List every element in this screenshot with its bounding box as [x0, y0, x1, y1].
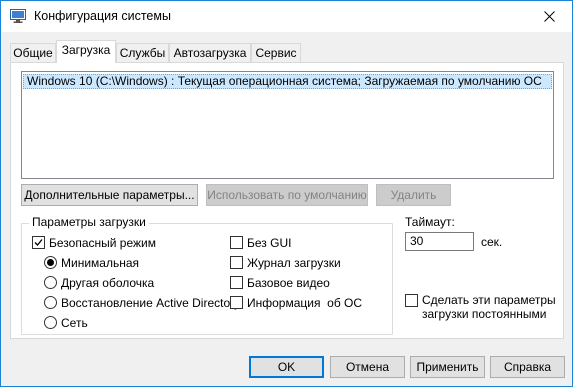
checkmark-icon	[34, 239, 43, 246]
os-boot-info-label: Информация об ОС	[247, 296, 363, 310]
close-button[interactable]	[526, 1, 572, 32]
tab-general[interactable]: Общие	[10, 43, 56, 63]
title-bar[interactable]: Конфигурация системы	[1, 1, 572, 32]
timeout-unit: сек.	[481, 235, 503, 249]
base-video-checkbox[interactable]	[230, 276, 243, 289]
advanced-options-button[interactable]: Дополнительные параметры...	[21, 184, 198, 206]
window-title: Конфигурация системы	[34, 9, 171, 23]
apply-button[interactable]: Применить	[410, 356, 485, 378]
radio-network[interactable]	[44, 316, 57, 329]
radio-alternate-shell[interactable]	[44, 276, 57, 289]
boot-log-checkbox[interactable]	[230, 256, 243, 269]
radio-network-label: Сеть	[61, 316, 88, 330]
make-permanent-checkbox[interactable]	[405, 294, 418, 307]
os-list[interactable]: Windows 10 (C:\Windows) : Текущая операц…	[21, 71, 554, 179]
boot-log-label: Журнал загрузки	[247, 256, 341, 270]
msconfig-app-icon	[10, 9, 26, 23]
ok-button[interactable]: OK	[249, 356, 324, 378]
delete-button[interactable]: Удалить	[376, 184, 451, 206]
safe-boot-label: Безопасный режим	[49, 236, 156, 250]
radio-ad-repair-label: Восстановление Active Directory	[61, 296, 241, 310]
timeout-input[interactable]: 30	[405, 232, 474, 251]
cancel-button[interactable]: Отмена	[330, 356, 405, 378]
radio-selected-dot	[47, 259, 54, 266]
close-icon	[543, 11, 555, 22]
safe-boot-checkbox[interactable]	[32, 236, 45, 249]
radio-ad-repair[interactable]	[44, 296, 57, 309]
make-permanent-label-line2: загрузки постоянными	[422, 307, 547, 321]
base-video-label: Базовое видео	[247, 276, 330, 290]
timeout-label: Таймаут:	[405, 215, 455, 229]
radio-alternate-shell-label: Другая оболочка	[61, 276, 155, 290]
set-default-button[interactable]: Использовать по умолчанию	[206, 184, 368, 206]
os-boot-info-checkbox[interactable]	[230, 296, 243, 309]
no-gui-checkbox[interactable]	[230, 236, 243, 249]
system-config-window: Конфигурация системы Общие Загрузка Служ…	[0, 0, 573, 387]
boot-options-title: Параметры загрузки	[29, 215, 149, 229]
tab-services[interactable]: Службы	[116, 43, 169, 63]
tab-startup[interactable]: Автозагрузка	[169, 43, 251, 63]
os-list-item[interactable]: Windows 10 (C:\Windows) : Текущая операц…	[23, 74, 552, 89]
radio-minimal-label: Минимальная	[61, 256, 140, 270]
tab-tools[interactable]: Сервис	[251, 43, 301, 63]
make-permanent-label-line1: Сделать эти параметры	[422, 293, 556, 307]
tab-boot[interactable]: Загрузка	[56, 40, 116, 63]
radio-minimal[interactable]	[44, 256, 57, 269]
help-button[interactable]: Справка	[490, 356, 565, 378]
no-gui-label: Без GUI	[247, 236, 292, 250]
